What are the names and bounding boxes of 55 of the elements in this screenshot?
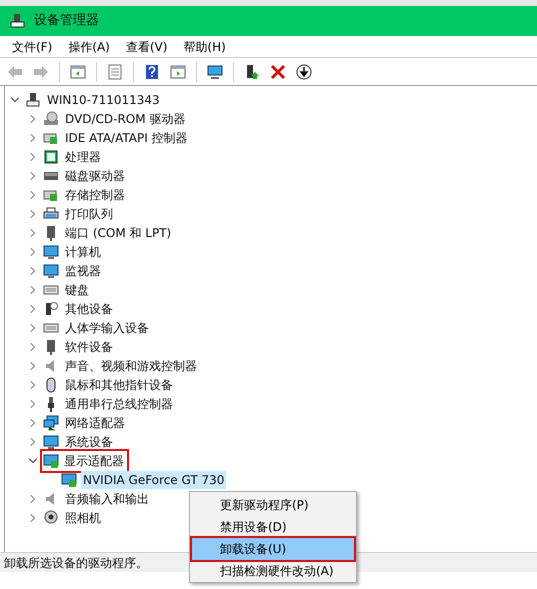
display-adapter-icon [43, 452, 59, 468]
chip-icon [43, 148, 59, 164]
printer-icon [43, 206, 59, 222]
tree-item[interactable]: 人体学输入设备 [63, 318, 151, 336]
back-arrow-icon [7, 64, 23, 80]
monitor-icon [43, 262, 59, 278]
device-manager-icon [10, 12, 26, 29]
delete-icon [270, 64, 286, 80]
panel-icon [170, 64, 186, 80]
panel-icon [70, 64, 86, 80]
menu-item[interactable]: 文件(F) [4, 38, 60, 56]
unknown-device-icon [43, 300, 59, 316]
status-text: 卸载所选设备的驱动程序。 [4, 554, 148, 572]
tree-item[interactable]: 磁盘驱动器 [63, 166, 127, 184]
display-adapter-icon [61, 472, 77, 488]
monitor-icon [207, 64, 223, 80]
tree-item[interactable]: NVIDIA GeForce GT 730 [81, 470, 226, 488]
tree-item[interactable]: 监视器 [63, 262, 103, 280]
tree-item[interactable]: 显示适配器 [62, 452, 126, 470]
menu-item[interactable]: 禁用设备(D) [192, 516, 354, 538]
network-icon [43, 414, 59, 430]
menu-item[interactable]: 查看(V) [118, 38, 176, 56]
tree-item[interactable]: 其他设备 [63, 300, 115, 318]
camera-icon [43, 510, 59, 526]
menu-item[interactable]: 操作(A) [60, 38, 118, 56]
update-driver-icon [244, 64, 260, 80]
menu-item[interactable]: 帮助(H) [175, 38, 234, 56]
menu-item[interactable]: 更新驱动程序(P) [192, 494, 354, 516]
tree-item[interactable]: 网络适配器 [63, 414, 127, 432]
tree-item[interactable]: 端口 (COM 和 LPT) [63, 224, 174, 242]
monitor-icon [43, 244, 59, 260]
tree-item[interactable]: 打印队列 [63, 204, 115, 222]
monitor-icon [43, 434, 59, 450]
tree-item[interactable]: IDE ATA/ATAPI 控制器 [63, 128, 190, 146]
tree-item[interactable]: 声音、视频和游戏控制器 [63, 356, 199, 374]
computer-icon [25, 92, 41, 108]
forward-arrow-icon [33, 64, 49, 80]
tree-item[interactable]: 键盘 [63, 280, 91, 298]
tree-item[interactable]: WIN10-711011343 [45, 90, 162, 108]
tree-item[interactable]: 照相机 [63, 508, 103, 526]
tree-item[interactable]: 通用串行总线控制器 [63, 394, 175, 412]
menu-item[interactable]: 扫描检测硬件改动(A) [192, 560, 354, 582]
menu-item[interactable]: 卸载设备(U) [192, 538, 354, 560]
disc-drive-icon [43, 110, 59, 126]
tree-item[interactable]: 音频输入和输出 [63, 490, 151, 508]
tree-item[interactable]: 处理器 [63, 148, 103, 166]
tree-item[interactable]: 系统设备 [63, 432, 115, 450]
tree-item[interactable]: 软件设备 [63, 338, 115, 356]
tree-item[interactable]: 计算机 [63, 242, 103, 260]
tree-item[interactable]: 鼠标和其他指针设备 [63, 376, 175, 394]
document-icon [107, 64, 123, 80]
tree-item[interactable]: DVD/CD-ROM 驱动器 [63, 110, 188, 128]
help-icon [144, 64, 160, 80]
window-title: 设备管理器 [34, 12, 99, 30]
tree-item[interactable]: 存储控制器 [63, 186, 127, 204]
